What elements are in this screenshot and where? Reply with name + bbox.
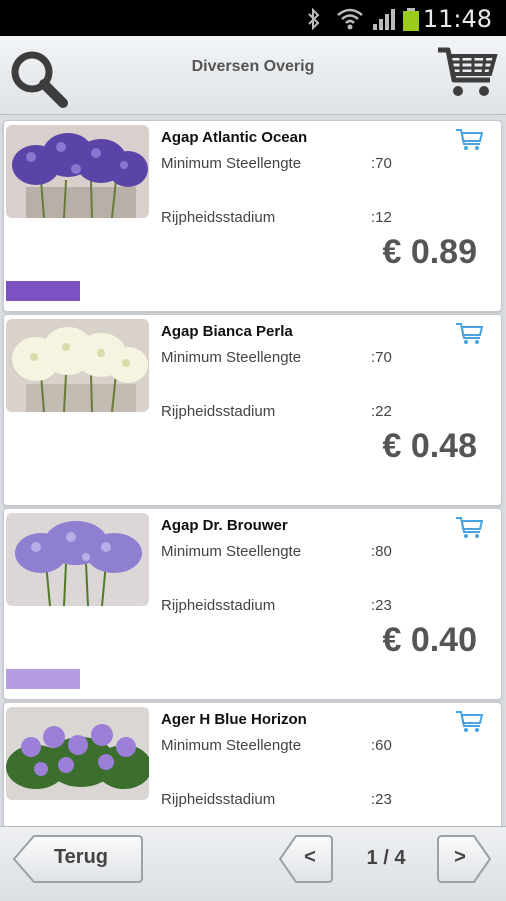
signal-icon [373,9,395,30]
product-name: Agap Atlantic Ocean [161,129,308,146]
status-bar: 11:48 [0,0,506,36]
cart-icon[interactable] [436,44,498,102]
product-card[interactable]: Ager H Blue Horizon Minimum Steellengte … [3,702,502,826]
ripeness-value: :22 [371,403,392,420]
ripeness-label: Rijpheidsstadium [161,209,276,226]
product-image-agapanthus-blue [6,125,149,218]
page-indicator: 1 / 4 [366,847,406,869]
next-page-button[interactable]: > [442,846,478,869]
product-card[interactable]: Agap Dr. Brouwer Minimum Steellengte :80… [3,508,502,700]
stem-length-label: Minimum Steellengte [161,543,302,560]
product-price: € 0.89 [382,233,477,271]
add-to-cart-icon[interactable] [455,127,483,151]
product-image-agapanthus-lilac [6,513,149,606]
stem-length-label: Minimum Steellengte [161,155,302,172]
clock: 11:48 [422,5,492,33]
prev-page-button[interactable]: < [292,846,328,869]
product-list[interactable]: Agap Atlantic Ocean Minimum Steellengte … [0,115,506,826]
product-image-agapanthus-white [6,319,149,412]
wifi-icon [337,8,363,30]
product-price: € 0.48 [382,427,477,465]
ripeness-value: :12 [371,209,392,226]
app-header: Diversen Overig [0,36,506,115]
page-title: Diversen Overig [191,58,315,75]
product-price: € 0.40 [382,621,477,659]
bluetooth-icon [308,8,320,30]
product-name: Agap Bianca Perla [161,323,293,340]
stem-length-label: Minimum Steellengte [161,349,302,366]
add-to-cart-icon[interactable] [455,709,483,733]
add-to-cart-icon[interactable] [455,321,483,345]
ripeness-label: Rijpheidsstadium [161,597,276,614]
ripeness-label: Rijpheidsstadium [161,403,276,420]
stem-length-value: :70 [371,349,392,366]
stem-length-value: :80 [371,543,392,560]
product-name: Agap Dr. Brouwer [161,517,288,534]
stem-length-value: :60 [371,737,392,754]
battery-icon [403,8,419,31]
color-swatch [6,281,80,301]
product-card[interactable]: Agap Atlantic Ocean Minimum Steellengte … [3,120,502,312]
stem-length-value: :70 [371,155,392,172]
ripeness-value: :23 [371,791,392,808]
back-button[interactable]: Terug [34,846,128,869]
color-swatch [6,669,80,689]
product-card[interactable]: Agap Bianca Perla Minimum Steellengte :7… [3,314,502,506]
ripeness-value: :23 [371,597,392,614]
ripeness-label: Rijpheidsstadium [161,791,276,808]
product-name: Ager H Blue Horizon [161,711,307,728]
bottom-navigation: Terug < 1 / 4 > [0,826,506,901]
stem-length-label: Minimum Steellengte [161,737,302,754]
product-image-ageratum [6,707,149,800]
add-to-cart-icon[interactable] [455,515,483,539]
